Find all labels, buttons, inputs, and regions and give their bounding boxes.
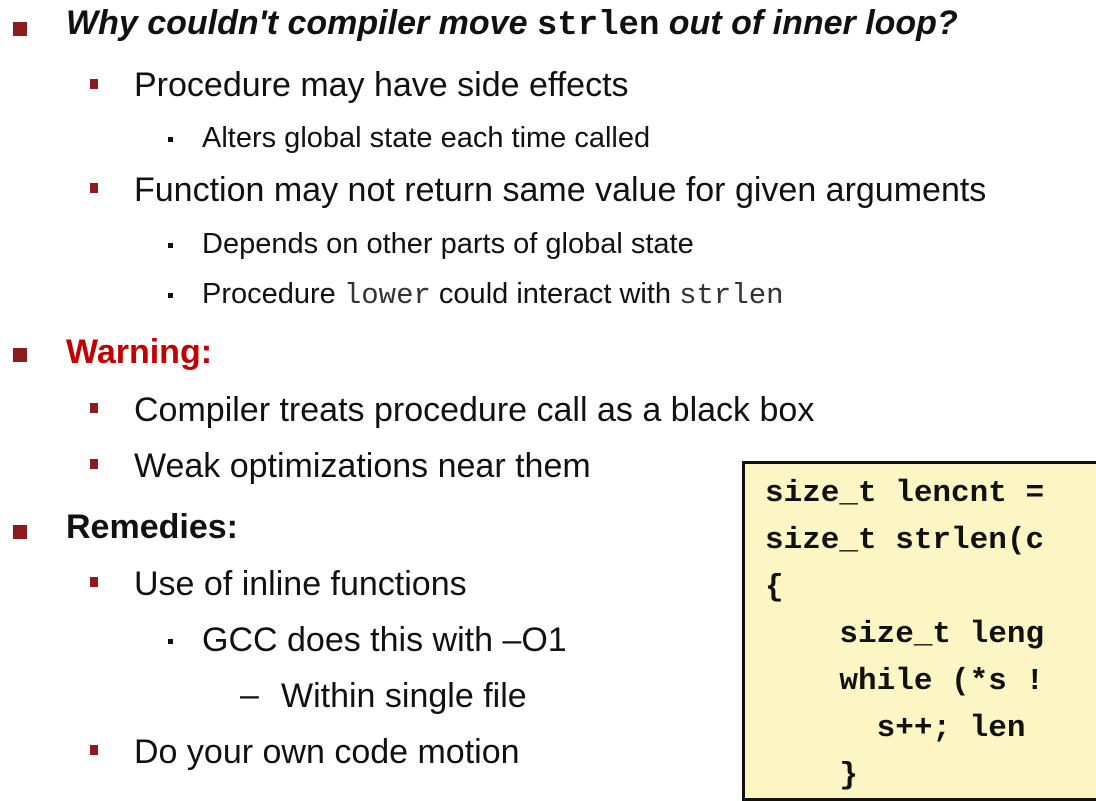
bullet-depends-on — [168, 243, 173, 248]
side-effects-text: Procedure may have side effects — [134, 66, 629, 104]
code-line: } — [765, 758, 859, 793]
weak-opt-text: Weak optimizations near them — [134, 447, 591, 485]
warning-bullet — [13, 348, 27, 362]
interact-text: Procedure lower could interact with strl… — [202, 278, 784, 312]
bullet-gcc — [168, 639, 173, 644]
interact-text-before: Procedure — [202, 278, 344, 310]
heading-bullet — [13, 22, 27, 36]
remedies-title: Remedies: — [66, 508, 238, 546]
bullet-code-motion — [90, 745, 98, 755]
black-box-text: Compiler treats procedure call as a blac… — [134, 391, 815, 429]
single-file-text: Within single file — [281, 677, 527, 715]
code-line: while (*s ! — [765, 664, 1045, 699]
dash-single-file: – — [240, 676, 259, 714]
alters-state-text: Alters global state each time called — [202, 122, 651, 154]
warning-title: Warning: — [66, 333, 213, 371]
bullet-interact — [168, 293, 173, 298]
bullet-inline — [90, 577, 98, 587]
bullet-side-effects — [90, 79, 98, 89]
heading-text-before: Why couldn't compiler move — [66, 4, 537, 42]
bullet-weak-opt — [90, 459, 98, 469]
code-line: size_t lencnt = — [765, 476, 1045, 511]
gcc-text: GCC does this with –O1 — [202, 621, 567, 659]
depends-on-text: Depends on other parts of global state — [202, 228, 694, 260]
code-motion-text: Do your own code motion — [134, 733, 520, 771]
remedies-bullet — [13, 525, 27, 539]
code-line: size_t leng — [765, 617, 1045, 652]
heading-text: Why couldn't compiler move strlen out of… — [66, 4, 958, 45]
heading-code: strlen — [536, 7, 660, 45]
code-line: { — [765, 570, 784, 605]
code-line: size_t strlen(c — [765, 523, 1045, 558]
not-same-value-text: Function may not return same value for g… — [134, 171, 987, 209]
interact-text-middle: could interact with — [430, 278, 680, 310]
code-line: s++; len — [765, 711, 1026, 746]
bullet-black-box — [90, 403, 98, 413]
interact-code-strlen: strlen — [679, 279, 784, 312]
code-box: size_t lencnt = size_t strlen(c { size_t… — [742, 461, 1096, 801]
bullet-not-same-value — [90, 183, 98, 193]
bullet-alters-state — [168, 137, 173, 142]
inline-text: Use of inline functions — [134, 565, 467, 603]
interact-code-lower: lower — [343, 279, 431, 312]
heading-text-after: out of inner loop? — [659, 4, 958, 42]
